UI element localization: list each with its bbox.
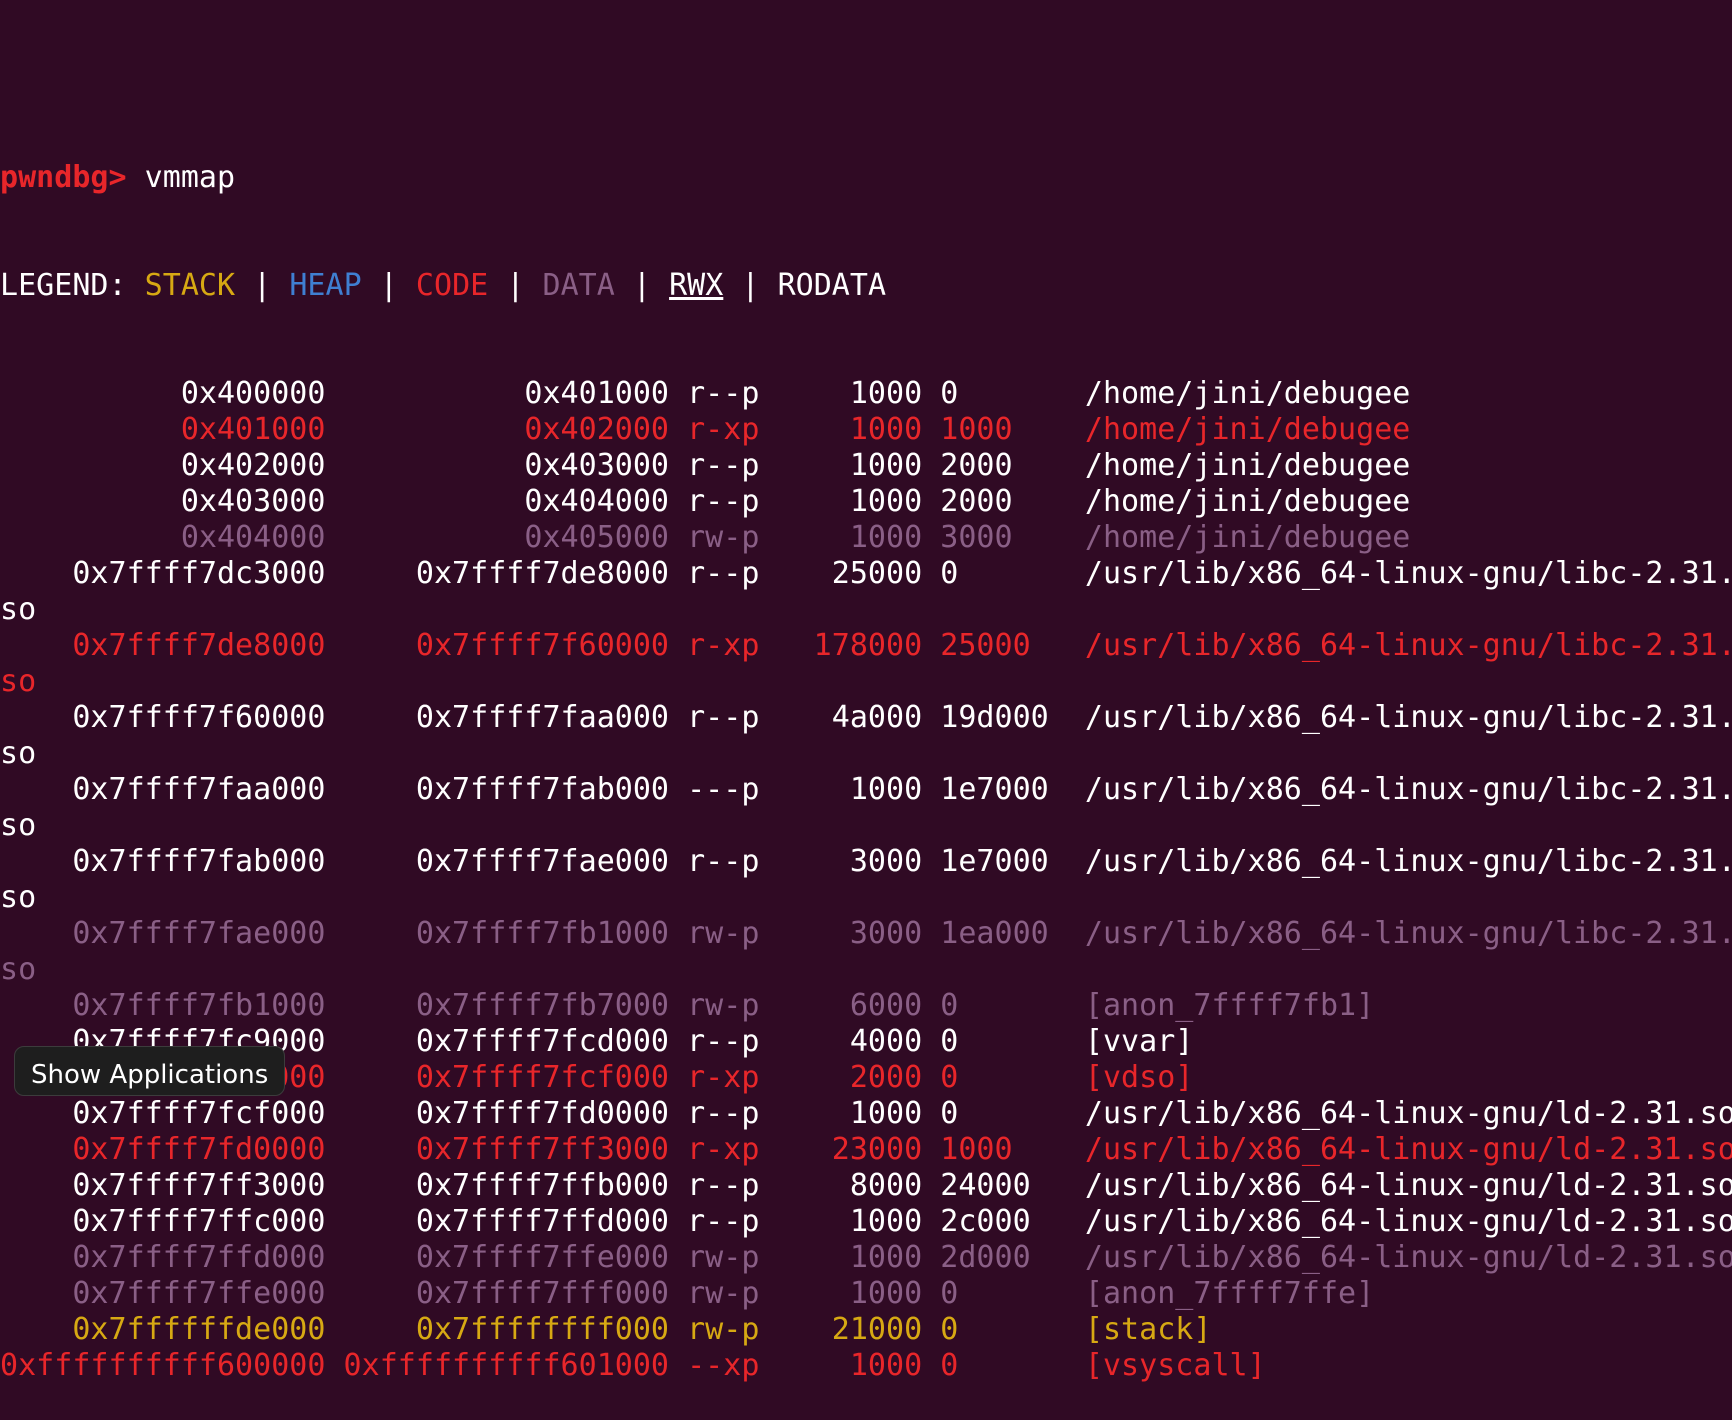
legend-rwx: RWX: [669, 268, 724, 303]
mapping-row: 0x7ffffffde000 0x7ffffffff000 rw-p 21000…: [0, 1312, 1212, 1347]
mapping-row: 0x7ffff7ffe000 0x7ffff7fff000 rw-p 1000 …: [0, 1276, 1375, 1311]
mapping-row-wrap: so: [0, 808, 37, 843]
mapping-row: 0x7ffff7fae000 0x7ffff7fb1000 rw-p 3000 …: [0, 916, 1732, 951]
mapping-row: 0x400000 0x401000 r--p 1000 0 /home/jini…: [0, 376, 1411, 411]
mapping-row-wrap: so: [0, 880, 37, 915]
legend-line: LEGEND: STACK | HEAP | CODE | DATA | RWX…: [0, 268, 1732, 304]
vmmap-table: 0x400000 0x401000 r--p 1000 0 /home/jini…: [0, 376, 1732, 1384]
mapping-row: 0x403000 0x404000 r--p 1000 2000 /home/j…: [0, 484, 1411, 519]
legend-separator: |: [614, 268, 670, 303]
mapping-row: 0x7ffff7faa000 0x7ffff7fab000 ---p 1000 …: [0, 772, 1732, 807]
mapping-row: 0x7ffff7de8000 0x7ffff7f60000 r-xp 17800…: [0, 628, 1732, 663]
prompt-label: pwndbg>: [0, 160, 127, 195]
mapping-row: 0x404000 0x405000 rw-p 1000 3000 /home/j…: [0, 520, 1411, 555]
mapping-row: 0x401000 0x402000 r-xp 1000 1000 /home/j…: [0, 412, 1411, 447]
mapping-row-wrap: so: [0, 664, 37, 699]
legend-separator: |: [361, 268, 416, 303]
prompt-line: pwndbg> vmmap: [0, 160, 1732, 196]
legend-separator: |: [723, 268, 778, 303]
mapping-row: 0x7ffff7dc3000 0x7ffff7de8000 r--p 25000…: [0, 556, 1732, 591]
mapping-row: 0x7ffff7fb1000 0x7ffff7fb7000 rw-p 6000 …: [0, 988, 1375, 1023]
mapping-row: 0x7ffff7ffc000 0x7ffff7ffd000 r--p 1000 …: [0, 1204, 1732, 1239]
legend-separator: |: [488, 268, 543, 303]
command-text: vmmap: [144, 160, 236, 195]
terminal-output[interactable]: pwndbg> vmmap LEGEND: STACK | HEAP | COD…: [0, 0, 1732, 1420]
legend-rodata: RODATA: [777, 268, 887, 303]
mapping-row: 0x7ffff7f60000 0x7ffff7faa000 r--p 4a000…: [0, 700, 1732, 735]
show-applications-tooltip: Show Applications: [14, 1046, 286, 1096]
mapping-row-wrap: so: [0, 736, 37, 771]
mapping-row: 0x7ffff7ff3000 0x7ffff7ffb000 r--p 8000 …: [0, 1168, 1732, 1203]
legend-data: DATA: [542, 268, 615, 303]
mapping-row: 0x7ffff7fcf000 0x7ffff7fd0000 r--p 1000 …: [0, 1096, 1732, 1131]
mapping-row-wrap: so: [0, 952, 37, 987]
legend-code: CODE: [415, 268, 489, 303]
legend-separator: |: [235, 268, 290, 303]
mapping-row: 0xffffffffff600000 0xffffffffff601000 --…: [0, 1348, 1266, 1383]
legend-heap: HEAP: [289, 268, 362, 303]
previous-output-line: [0, 52, 1732, 88]
legend-prefix: LEGEND:: [0, 268, 145, 303]
mapping-row: 0x402000 0x403000 r--p 1000 2000 /home/j…: [0, 448, 1411, 483]
legend-stack: STACK: [144, 268, 236, 303]
mapping-row: 0x7ffff7fab000 0x7ffff7fae000 r--p 3000 …: [0, 844, 1732, 879]
mapping-row: 0x7ffff7fd0000 0x7ffff7ff3000 r-xp 23000…: [0, 1132, 1732, 1167]
mapping-row-wrap: so: [0, 592, 37, 627]
mapping-row: 0x7ffff7ffd000 0x7ffff7ffe000 rw-p 1000 …: [0, 1240, 1732, 1275]
